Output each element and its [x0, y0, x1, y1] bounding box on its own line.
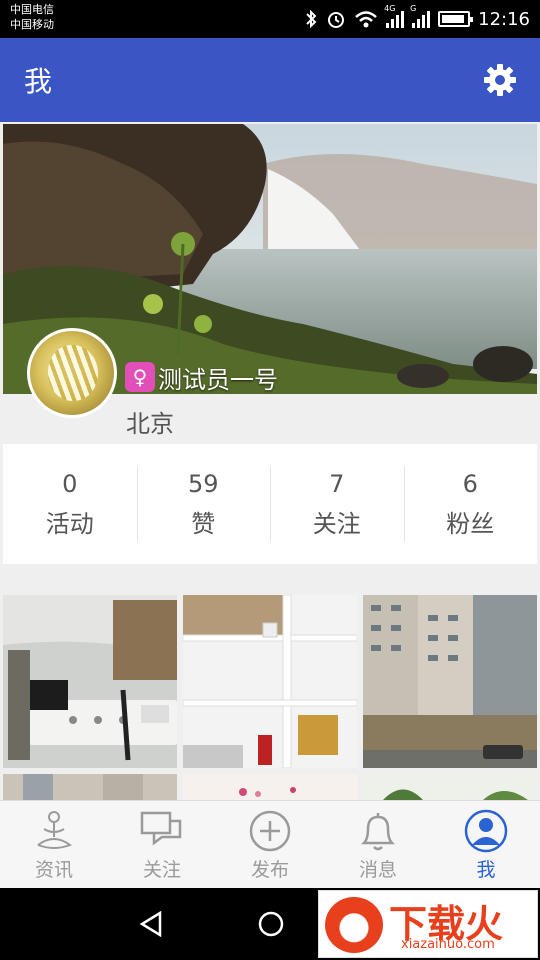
- tab-label: 资讯: [34, 859, 73, 881]
- stat-following[interactable]: 7 关注: [270, 444, 404, 564]
- watermark-domain: xiazaihuo.com: [401, 937, 495, 952]
- gear-icon[interactable]: [482, 62, 518, 98]
- tab-label: 关注: [142, 859, 181, 881]
- stat-followers[interactable]: 6 粉丝: [403, 444, 538, 564]
- app-bar: 我: [0, 38, 540, 122]
- tab-follow[interactable]: 关注: [108, 801, 216, 888]
- stat-likes[interactable]: 59 赞: [136, 444, 271, 564]
- stat-value: 59: [187, 469, 219, 498]
- flame-logo-icon: [325, 897, 383, 953]
- photo-thumbnail[interactable]: [363, 774, 537, 800]
- plus-circle-icon: [249, 810, 291, 852]
- tab-messages[interactable]: 消息: [324, 801, 432, 888]
- user-icon: [464, 809, 508, 853]
- tab-me[interactable]: 我: [432, 801, 540, 888]
- carrier-names: 中国电信 中国移动: [10, 2, 54, 32]
- avatar[interactable]: [27, 328, 117, 418]
- tab-label: 我: [476, 859, 496, 881]
- photo-thumbnail[interactable]: [3, 774, 177, 800]
- home-icon[interactable]: [257, 910, 285, 938]
- stat-label: 活动: [45, 509, 94, 538]
- stat-activities[interactable]: 0 活动: [3, 444, 137, 564]
- stat-value: 7: [329, 469, 345, 498]
- stats-bar: 0 活动 59 赞 7 关注 6 粉丝: [3, 444, 537, 564]
- meditation-icon: [37, 811, 73, 849]
- alarm-icon: [328, 12, 345, 28]
- tab-label: 发布: [250, 859, 289, 881]
- carrier-2: 中国移动: [10, 18, 54, 31]
- stat-label: 赞: [191, 509, 216, 538]
- network-type-2: G: [410, 4, 417, 13]
- stat-label: 关注: [312, 509, 361, 538]
- bluetooth-icon: [306, 9, 317, 29]
- signal-4g-icon: 4G: [384, 4, 405, 28]
- status-icons: 4G G 12:16: [304, 4, 530, 33]
- stat-label: 粉丝: [446, 509, 495, 538]
- bell-icon: [360, 813, 396, 851]
- stat-value: 0: [62, 469, 78, 498]
- tab-news[interactable]: 资讯: [0, 801, 108, 888]
- photo-thumbnail[interactable]: [183, 774, 357, 800]
- nickname: 测试员一号: [158, 366, 278, 394]
- page-title: 我: [24, 65, 53, 98]
- female-icon: ♀: [125, 362, 155, 392]
- signal-g-icon: G: [410, 4, 431, 28]
- network-type-1: 4G: [384, 4, 396, 13]
- stat-value: 6: [462, 469, 478, 498]
- location: 北京: [126, 410, 174, 438]
- wifi-icon: [355, 11, 377, 28]
- bottom-nav: 资讯 关注 发布 消息 我: [0, 800, 540, 888]
- battery-icon: [438, 11, 474, 27]
- tab-publish[interactable]: 发布: [216, 801, 324, 888]
- photo-thumbnail[interactable]: [363, 595, 537, 768]
- clock: 12:16: [478, 8, 530, 30]
- carrier-1: 中国电信: [10, 3, 54, 16]
- chat-bubbles-icon: [140, 811, 182, 846]
- back-icon[interactable]: [138, 910, 166, 938]
- photo-thumbnail[interactable]: [3, 595, 177, 768]
- watermark: 下载火 xiazaihuo.com: [318, 890, 538, 958]
- photo-thumbnail[interactable]: [183, 595, 357, 768]
- status-bar: 中国电信 中国移动 4G G 12:16: [0, 0, 540, 38]
- tab-label: 消息: [358, 859, 397, 881]
